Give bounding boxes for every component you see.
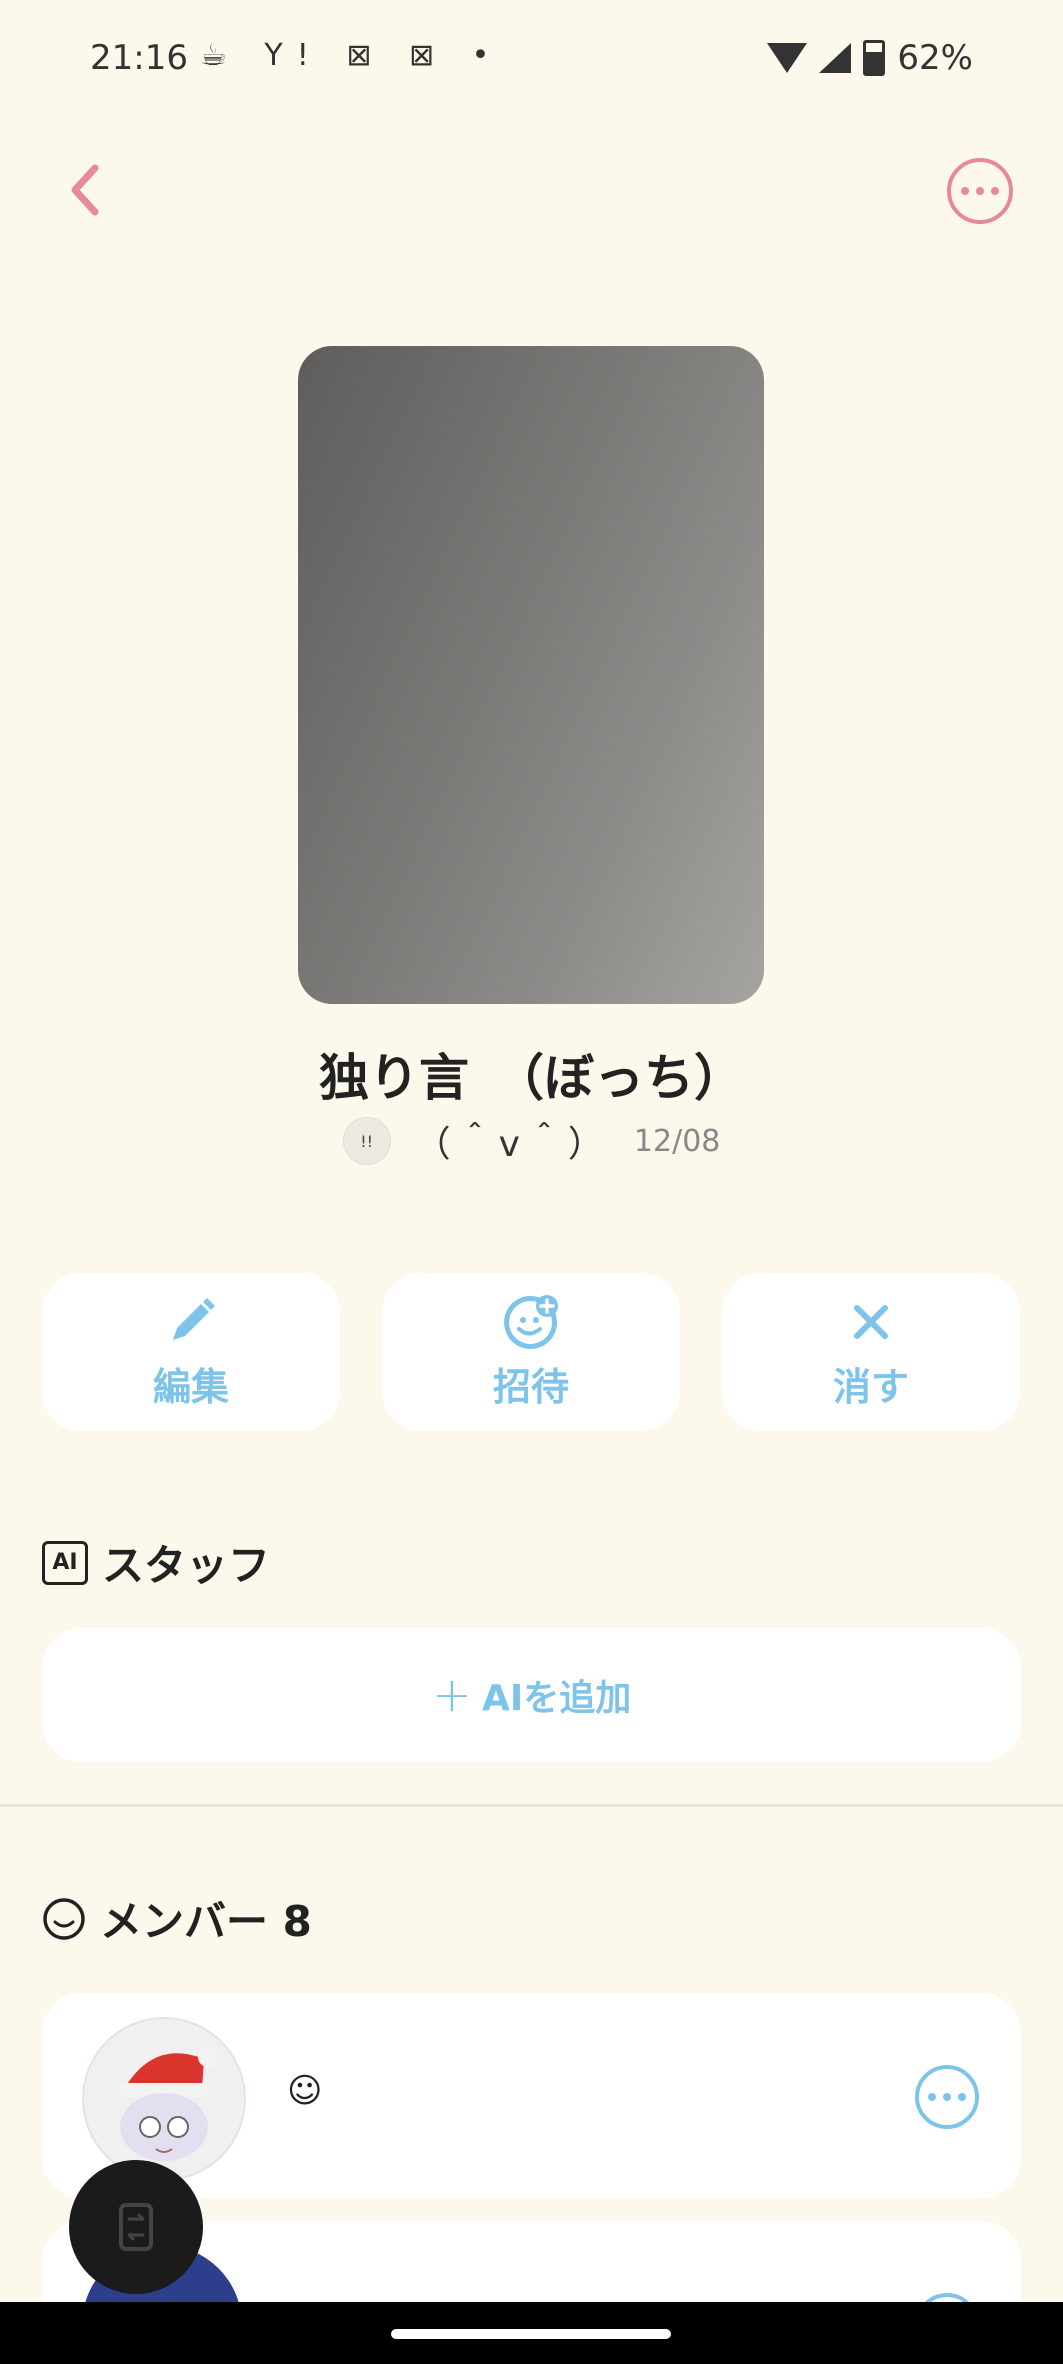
add-ai-label: AIを追加 <box>481 1678 632 1719</box>
owner-name: （＾v＾） <box>414 1124 610 1165</box>
member-row[interactable]: ☺ <box>42 1993 1021 2198</box>
notification-icons: ☕ Y! ⊠ ⊠ • <box>200 38 504 73</box>
group-subline: !! （＾v＾） 12/08 <box>0 1115 1063 1167</box>
pencil-icon <box>173 1297 215 1340</box>
member-name: ☺ <box>287 2071 323 2111</box>
smile-icon <box>43 1897 85 1940</box>
more-icon <box>928 2093 966 2101</box>
more-options-button[interactable] <box>947 158 1013 224</box>
member-avatar[interactable] <box>82 2017 246 2181</box>
staff-section-header: AI スタッフ <box>42 1532 270 1593</box>
members-section-header: メンバー 8 <box>42 1888 312 1949</box>
battery-icon <box>863 40 886 76</box>
created-date: 12/08 <box>633 1123 721 1159</box>
owner-avatar[interactable]: !! <box>342 1117 391 1165</box>
divider <box>0 1804 1063 1807</box>
santa-hat-avatar-icon <box>118 2047 218 2161</box>
close-icon <box>854 1304 888 1339</box>
status-time: 21:16 <box>90 38 188 78</box>
group-cover-image[interactable] <box>298 346 764 1004</box>
plus-icon: + <box>431 1667 472 1723</box>
back-button[interactable] <box>50 155 120 225</box>
group-title: 独り言 （ぼっち） <box>319 1049 744 1107</box>
invite-button[interactable]: 招待 <box>382 1273 680 1431</box>
staff-label: スタッフ <box>102 1541 271 1590</box>
floating-switch-button[interactable] <box>69 2160 203 2294</box>
edit-button[interactable]: 編集 <box>42 1273 340 1431</box>
status-right: 62% <box>767 38 973 78</box>
invite-smile-icon <box>504 1294 558 1349</box>
add-ai-button[interactable]: + AIを追加 <box>42 1628 1021 1762</box>
delete-button[interactable]: 消す <box>722 1273 1020 1431</box>
wifi-icon <box>767 43 808 73</box>
delete-label: 消す <box>832 1364 909 1409</box>
switch-icon <box>119 2203 153 2251</box>
member-more-button[interactable] <box>915 2293 979 2302</box>
members-label: メンバー 8 <box>100 1897 312 1946</box>
battery-level: 62% <box>897 38 973 78</box>
invite-label: 招待 <box>492 1364 569 1409</box>
ai-icon: AI <box>42 1540 88 1585</box>
member-more-button[interactable] <box>915 2065 979 2129</box>
signal-icon <box>819 43 852 73</box>
more-icon <box>961 187 999 195</box>
chevron-left-icon <box>71 164 99 216</box>
edit-label: 編集 <box>152 1364 229 1409</box>
home-gesture-handle[interactable] <box>391 2329 671 2339</box>
